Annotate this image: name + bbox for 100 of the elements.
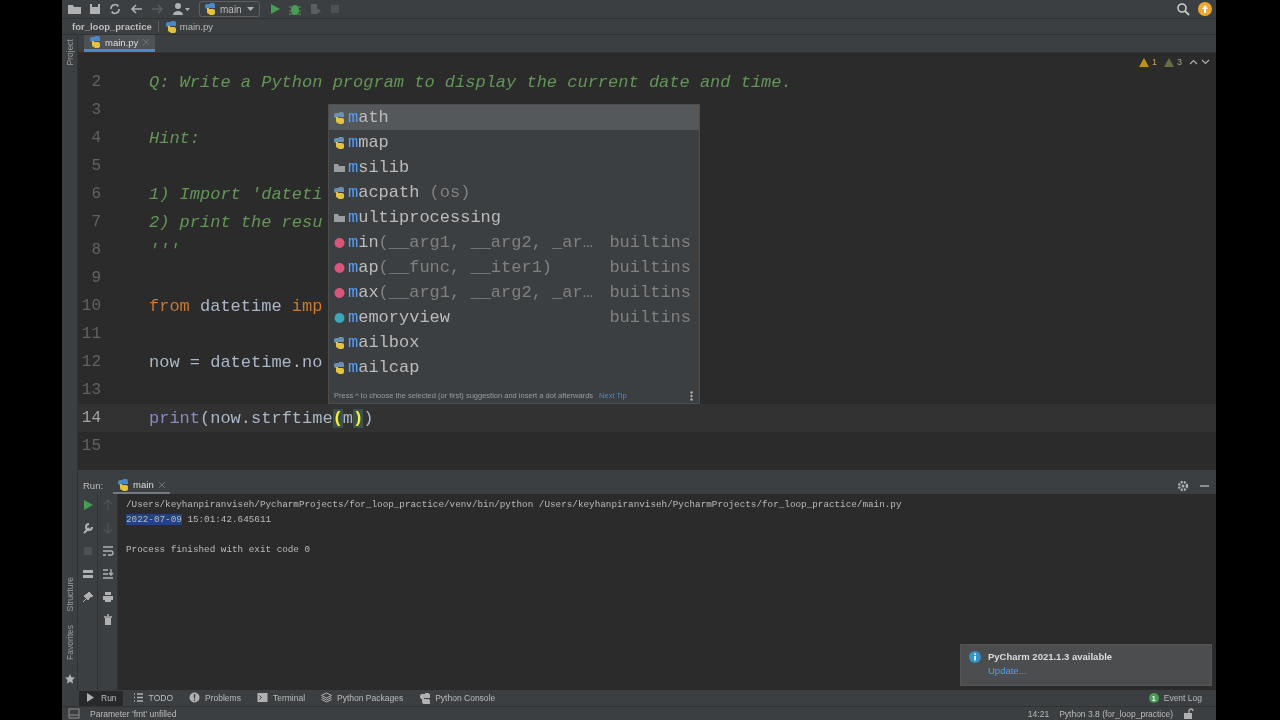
tool-window-tab[interactable]: Terminal	[250, 690, 312, 706]
completion-item[interactable]: msilib	[329, 155, 699, 180]
tool-window-tab[interactable]: Run	[79, 690, 123, 706]
cursor-position[interactable]: 14:21	[1027, 708, 1050, 719]
code-line[interactable]: '''	[149, 240, 180, 260]
console-line: 2022-07-09 15:01:42.645611	[126, 513, 273, 527]
code-line[interactable]: print(now.strftime(m))	[149, 408, 374, 428]
soft-wrap-icon[interactable]	[101, 545, 114, 557]
chevron-up-icon[interactable]	[1189, 58, 1198, 66]
module-icon	[333, 335, 346, 350]
tool-window-label[interactable]: Favorites	[64, 625, 75, 660]
scroll-to-end-icon[interactable]	[101, 568, 114, 580]
code-line[interactable]: now = datetime.no	[149, 352, 323, 372]
breadcrumb[interactable]: main.py	[179, 21, 213, 32]
tab-label: main.py	[105, 36, 139, 48]
line-number: 12	[80, 353, 101, 371]
tool-window-tab[interactable]: Problems	[183, 690, 247, 706]
completion-name: memoryview	[348, 308, 452, 327]
line-number: 14	[80, 409, 101, 427]
completion-item[interactable]: memoryview builtins	[329, 305, 699, 330]
completion-name: min(__arg1, __arg2, _ar…	[348, 233, 594, 252]
line-number: 8	[90, 241, 101, 259]
chevron-down-icon[interactable]	[1201, 58, 1210, 66]
warning-icon[interactable]	[1164, 57, 1174, 67]
completion-type: builtins	[609, 283, 691, 302]
warning-count: 3	[1177, 57, 1182, 67]
module-icon	[333, 110, 346, 125]
code-line[interactable]: 2) print the resu	[149, 212, 323, 232]
code-line[interactable]: from datetime imp	[149, 296, 323, 316]
list-icon	[132, 692, 144, 704]
completion-item[interactable]: min(__arg1, __arg2, _ar… builtins	[329, 230, 699, 255]
folder-icon[interactable]	[67, 2, 82, 16]
panel-title: Run:	[83, 480, 104, 491]
warning-icon[interactable]	[1138, 57, 1149, 67]
editor-tab[interactable]: main.py	[84, 35, 156, 52]
more-icon[interactable]	[690, 390, 693, 401]
settings-icon[interactable]	[1177, 479, 1189, 492]
bug-icon[interactable]	[287, 2, 302, 16]
completion-type: builtins	[609, 308, 691, 327]
update-link[interactable]: Update...	[988, 665, 1113, 676]
warning-count: 1	[1151, 57, 1157, 67]
module-icon	[333, 135, 346, 150]
print-icon[interactable]	[101, 591, 114, 603]
python-icon	[117, 477, 130, 492]
status-message: Parameter 'fmt' unfilled	[90, 708, 177, 719]
line-number: 13	[80, 381, 101, 399]
interpreter-selector[interactable]: Python 3.8 (for_loop_practice)	[1059, 708, 1173, 719]
code-line[interactable]: 1) Import 'dateti	[149, 184, 323, 204]
python-icon	[204, 2, 216, 16]
class-icon	[333, 310, 346, 325]
completion-type: builtins	[609, 233, 691, 252]
breadcrumb[interactable]: for_loop_practice	[72, 21, 152, 32]
python-icon	[419, 692, 431, 704]
lock-icon[interactable]	[1183, 708, 1194, 719]
tool-window-label[interactable]: Structure	[64, 576, 75, 612]
completion-item[interactable]: macpath (os)	[329, 180, 699, 205]
search-icon[interactable]	[1176, 2, 1190, 16]
save-icon[interactable]	[88, 2, 102, 16]
line-number: 6	[90, 185, 101, 203]
completion-item[interactable]: mailcap	[329, 355, 699, 380]
completion-name: multiprocessing	[348, 208, 503, 227]
tool-window-tab[interactable]: TODO	[126, 690, 179, 706]
run-icon	[85, 692, 96, 704]
completion-name: msilib	[348, 158, 411, 177]
completion-item[interactable]: max(__arg1, __arg2, _ar… builtins	[329, 280, 699, 305]
code-line[interactable]: Hint:	[149, 128, 200, 148]
trash-icon[interactable]	[101, 614, 114, 626]
rerun-icon[interactable]	[81, 499, 94, 511]
completion-item[interactable]: multiprocessing	[329, 205, 699, 230]
python-file-icon	[164, 19, 177, 34]
tool-window-tab[interactable]: Python Console	[413, 690, 502, 706]
layout-icon[interactable]	[81, 568, 94, 580]
star-icon[interactable]	[64, 674, 75, 684]
completion-item[interactable]: math	[329, 105, 699, 130]
code-line[interactable]: Q: Write a Python program to display the current date and time.	[149, 72, 792, 92]
pin-icon[interactable]	[81, 591, 94, 603]
completion-name: mmap	[348, 133, 390, 152]
run-configuration-dropdown[interactable]: main	[199, 1, 260, 17]
completion-item[interactable]: mmap	[329, 130, 699, 155]
completion-name: max(__arg1, __arg2, _ar…	[348, 283, 594, 302]
layers-icon	[321, 692, 333, 704]
python-file-icon	[89, 35, 101, 49]
function-icon	[333, 235, 346, 250]
panel-toggle-icon[interactable]	[68, 708, 80, 719]
line-number: 11	[80, 325, 101, 343]
line-number: 2	[90, 73, 101, 91]
tool-window-label[interactable]: Project	[64, 39, 75, 66]
completion-item[interactable]: map(__func, __iter1) builtins	[329, 255, 699, 280]
completion-item[interactable]: mailbox	[329, 330, 699, 355]
notification-title: PyCharm 2021.1.3 available	[988, 651, 1113, 662]
wrench-icon[interactable]	[81, 522, 94, 534]
completion-name: mailbox	[348, 333, 421, 352]
module-icon	[333, 360, 346, 375]
tool-window-tab[interactable]: Python Packages	[315, 690, 410, 706]
back-arrow-icon[interactable]	[130, 2, 144, 16]
info-icon	[969, 651, 981, 663]
update-icon[interactable]	[1198, 2, 1212, 16]
user-dropdown-icon[interactable]	[172, 2, 191, 16]
sync-icon[interactable]	[108, 2, 122, 16]
console-tab[interactable]: main	[113, 477, 170, 494]
